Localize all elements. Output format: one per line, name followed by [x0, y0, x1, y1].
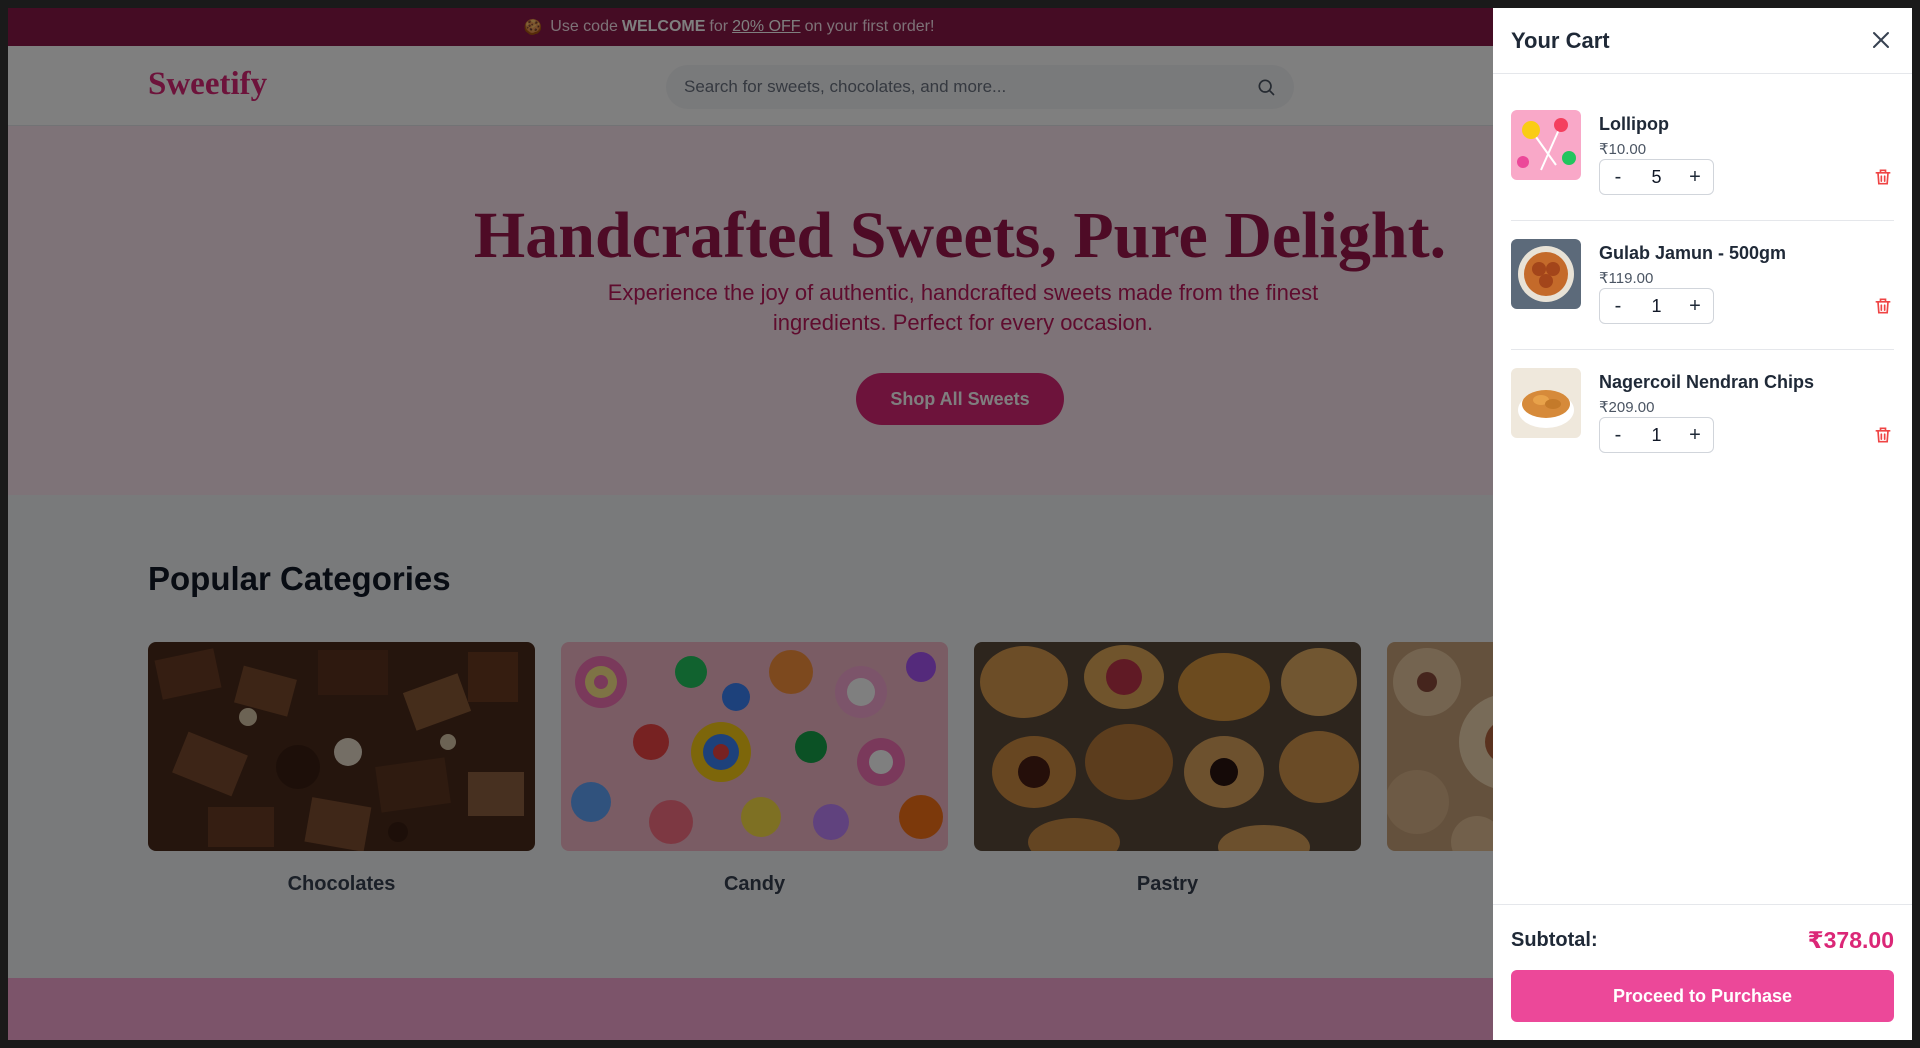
- app-window: 🍪 Use code WELCOME for 20% OFF on your f…: [8, 8, 1912, 1040]
- quantity-value: 5: [1651, 166, 1662, 187]
- remove-item-button[interactable]: [1872, 425, 1894, 447]
- decrease-qty-button[interactable]: -: [1600, 160, 1636, 194]
- increase-qty-button[interactable]: +: [1677, 418, 1713, 452]
- cart-item-price: ₹10.00: [1599, 141, 1647, 158]
- quantity-value: 1: [1651, 295, 1662, 316]
- trash-icon: [1875, 169, 1891, 185]
- cart-item-name: Nagercoil Nendran Chips: [1599, 372, 1815, 392]
- close-icon: [1873, 31, 1889, 48]
- decrease-qty-button[interactable]: -: [1600, 289, 1636, 323]
- cart-item: Lollipop ₹10.00 - 5 +: [1511, 92, 1894, 221]
- increase-qty-button[interactable]: +: [1677, 160, 1713, 194]
- remove-item-button[interactable]: [1872, 296, 1894, 318]
- nendran-chips-thumbnail: [1511, 368, 1581, 438]
- increase-qty-button[interactable]: +: [1677, 289, 1713, 323]
- subtotal-label: Subtotal:: [1511, 929, 1598, 951]
- trash-icon: [1875, 298, 1891, 314]
- cart-item-price: ₹209.00: [1599, 399, 1655, 416]
- cart-item-name: Gulab Jamun - 500gm: [1599, 243, 1787, 263]
- subtotal-value: ₹378.00: [1807, 927, 1894, 953]
- cart-header: Your Cart: [1493, 8, 1912, 74]
- trash-icon: [1875, 427, 1891, 443]
- quantity-stepper: - 5 +: [1599, 159, 1714, 195]
- gulab-jamun-thumbnail: [1511, 239, 1581, 309]
- cart-items-list: Lollipop ₹10.00 - 5 + Gulab Jamun - 500g…: [1493, 74, 1912, 479]
- lollipop-thumbnail: [1511, 110, 1581, 180]
- cart-title: Your Cart: [1511, 27, 1610, 53]
- subtotal-row: Subtotal: ₹378.00: [1511, 927, 1894, 954]
- cart-item-name: Lollipop: [1599, 114, 1669, 134]
- cart-item-price: ₹119.00: [1599, 270, 1654, 287]
- close-cart-button[interactable]: [1868, 28, 1894, 54]
- cart-item: Gulab Jamun - 500gm ₹119.00 - 1 +: [1511, 221, 1894, 350]
- quantity-value: 1: [1651, 424, 1662, 445]
- cart-item: Nagercoil Nendran Chips ₹209.00 - 1 +: [1511, 350, 1894, 479]
- quantity-stepper: - 1 +: [1599, 417, 1714, 453]
- decrease-qty-button[interactable]: -: [1600, 418, 1636, 452]
- proceed-to-purchase-button[interactable]: Proceed to Purchase: [1511, 970, 1894, 1022]
- cart-drawer: Your Cart Lollipop ₹10.00 - 5 + Gulab Ja…: [1493, 8, 1912, 1040]
- cart-footer: Subtotal: ₹378.00 Proceed to Purchase: [1493, 904, 1912, 1040]
- quantity-stepper: - 1 +: [1599, 288, 1714, 324]
- remove-item-button[interactable]: [1872, 167, 1894, 189]
